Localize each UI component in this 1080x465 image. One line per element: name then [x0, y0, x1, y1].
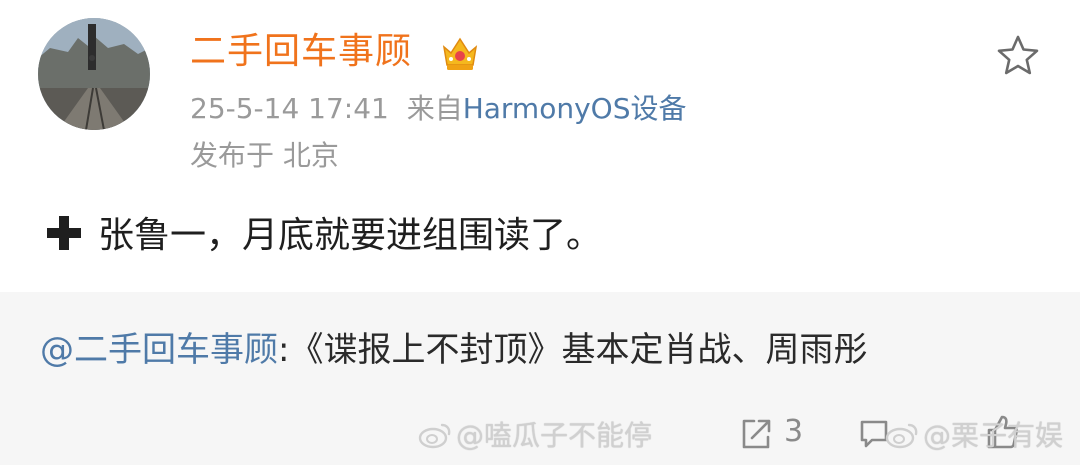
watermark-right: @栗子有娱: [885, 417, 1063, 455]
repost-body: :《谍报上不封顶》基本定肖战、周雨彤: [278, 330, 868, 370]
post-location: 发布于 北京: [190, 139, 339, 172]
repost-mention-link[interactable]: @二手回车事顾: [40, 330, 278, 370]
post-meta: 25-5-14 17:41 来自HarmonyOS设备: [190, 90, 686, 128]
repost-text: @二手回车事顾:《谍报上不封顶》基本定肖战、周雨彤: [40, 326, 867, 374]
plus-icon: [44, 213, 84, 253]
share-count: 3: [784, 414, 804, 449]
post-from-label: 来自: [406, 92, 463, 125]
weibo-logo-icon: [418, 421, 452, 449]
post-content-text: 张鲁一，月底就要进组围读了。: [98, 215, 603, 256]
weibo-post: 二手回车事顾 25-5-14 17:41 来自HarmonyOS设备 发布于 北…: [0, 0, 1080, 292]
avatar[interactable]: [38, 18, 150, 130]
post-author-name[interactable]: 二手回车事顾: [190, 30, 412, 74]
star-icon[interactable]: [995, 33, 1041, 79]
post-date: 25-5-14 17:41: [190, 92, 389, 125]
watermark-left-text: @嗑瓜子不能停: [456, 419, 653, 452]
weibo-logo-icon: [885, 421, 919, 449]
post-source-link[interactable]: HarmonyOS设备: [463, 92, 687, 125]
share-icon[interactable]: [738, 416, 774, 452]
crown-badge-icon: [440, 33, 480, 73]
post-content: 张鲁一，月底就要进组围读了。: [44, 212, 602, 260]
watermark-right-text: @栗子有娱: [923, 419, 1064, 452]
watermark-left: @嗑瓜子不能停: [418, 417, 652, 455]
